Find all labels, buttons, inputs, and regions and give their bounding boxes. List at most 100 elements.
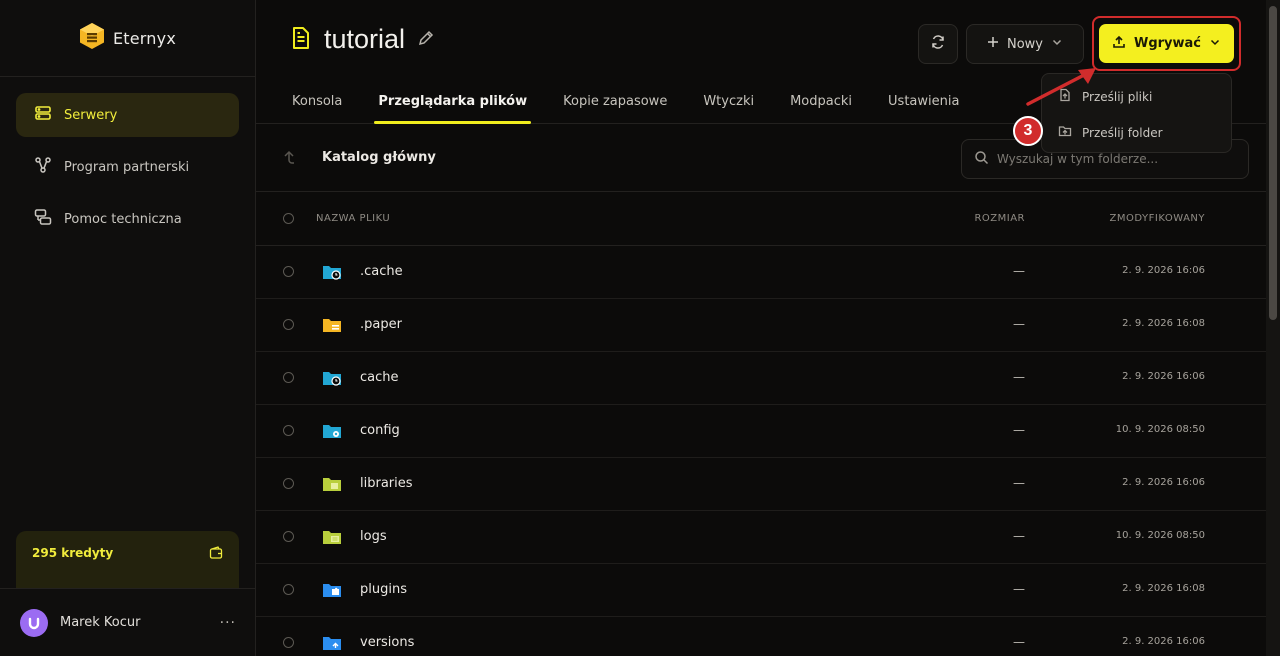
tab-przegladarka-plikow[interactable]: Przeglądarka plików xyxy=(374,82,531,124)
more-options-icon[interactable]: ··· xyxy=(220,615,236,631)
file-name[interactable]: versions xyxy=(360,635,414,650)
file-size: — xyxy=(1013,529,1025,543)
plus-icon xyxy=(987,36,999,52)
folder-upload-icon xyxy=(322,634,342,656)
tab-ustawienia[interactable]: Ustawienia xyxy=(888,82,959,124)
refresh-icon xyxy=(930,34,946,54)
tab-modpacki[interactable]: Modpacki xyxy=(790,82,852,124)
sidebar-item-program-partnerski[interactable]: Program partnerski xyxy=(16,145,239,189)
file-size: — xyxy=(1013,476,1025,490)
file-size: — xyxy=(1013,317,1025,331)
row-select-radio[interactable] xyxy=(283,372,294,383)
file-size: — xyxy=(1013,264,1025,278)
select-all-radio[interactable] xyxy=(283,213,294,224)
table-row[interactable]: .cache — 2. 9. 2026 16:06 xyxy=(256,246,1266,299)
refresh-button[interactable] xyxy=(918,24,958,64)
annotation-arrow xyxy=(1026,68,1096,106)
menu-item-upload-folder[interactable]: Prześlij folder xyxy=(1058,124,1163,141)
file-modified: 10. 9. 2026 08:50 xyxy=(1115,530,1205,541)
folder-clock-icon xyxy=(322,369,342,391)
brand-name: Eternyx xyxy=(112,28,176,48)
sidebar: Eternyx Serwery Program partnerski Pomoc… xyxy=(0,0,256,656)
sidebar-item-label: Serwery xyxy=(64,107,118,123)
file-name[interactable]: .cache xyxy=(360,264,403,279)
file-modified: 2. 9. 2026 16:06 xyxy=(1122,265,1205,276)
folder-puzzle-icon xyxy=(322,581,342,603)
search-input[interactable] xyxy=(997,152,1236,166)
server-icon xyxy=(34,104,52,126)
wallet-icon xyxy=(209,546,223,574)
file-modified: 2. 9. 2026 16:08 xyxy=(1122,583,1205,594)
share-nodes-icon xyxy=(34,156,52,178)
edit-pencil-icon[interactable] xyxy=(417,29,435,51)
search-icon xyxy=(974,150,989,169)
file-size: — xyxy=(1013,582,1025,596)
row-select-radio[interactable] xyxy=(283,319,294,330)
tab-konsola[interactable]: Konsola xyxy=(292,82,342,124)
sidebar-item-label: Program partnerski xyxy=(64,159,190,175)
sidebar-item-serwery[interactable]: Serwery xyxy=(16,93,239,137)
column-size[interactable]: ROZMIAR xyxy=(956,213,1025,224)
table-row[interactable]: plugins — 2. 9. 2026 16:08 xyxy=(256,564,1266,617)
row-select-radio[interactable] xyxy=(283,266,294,277)
scrollbar[interactable] xyxy=(1266,0,1280,656)
table-row[interactable]: versions — 2. 9. 2026 16:06 xyxy=(256,617,1266,656)
file-name[interactable]: logs xyxy=(360,529,387,544)
page-header: tutorial xyxy=(290,24,435,55)
chat-bubbles-icon xyxy=(34,208,52,230)
chevron-down-icon xyxy=(1051,36,1063,52)
folder-library-icon xyxy=(322,475,342,497)
upload-folder-icon xyxy=(1058,124,1072,141)
table-header: NAZWA PLIKU ROZMIAR ZMODYFIKOWANY xyxy=(256,193,1266,246)
tab-wtyczki[interactable]: Wtyczki xyxy=(703,82,754,124)
row-select-radio[interactable] xyxy=(283,425,294,436)
new-button-label: Nowy xyxy=(1006,36,1043,52)
table-row[interactable]: logs — 10. 9. 2026 08:50 xyxy=(256,511,1266,564)
chevron-down-icon xyxy=(1209,36,1221,52)
row-select-radio[interactable] xyxy=(283,584,294,595)
folder-clock-icon xyxy=(322,263,342,285)
annotation-step-badge: 3 xyxy=(1013,116,1043,146)
column-name[interactable]: NAZWA PLIKU xyxy=(316,213,390,224)
page-title: tutorial xyxy=(324,24,406,54)
row-select-radio[interactable] xyxy=(283,531,294,542)
table-row[interactable]: .paper — 2. 9. 2026 16:08 xyxy=(256,299,1266,352)
new-button[interactable]: Nowy xyxy=(966,24,1084,64)
table-row[interactable]: config — 10. 9. 2026 08:50 xyxy=(256,405,1266,458)
credits-panel[interactable]: 295 kredyty xyxy=(16,531,239,589)
row-select-radio[interactable] xyxy=(283,478,294,489)
file-modified: 2. 9. 2026 16:06 xyxy=(1122,371,1205,382)
upload-highlight: Wgrywać xyxy=(1092,16,1241,71)
column-modified[interactable]: ZMODYFIKOWANY xyxy=(1076,213,1205,224)
upload-icon xyxy=(1112,35,1126,53)
arrow-up-icon[interactable] xyxy=(282,150,296,170)
file-modified: 2. 9. 2026 16:06 xyxy=(1122,636,1205,647)
document-icon xyxy=(290,26,312,54)
scrollbar-thumb[interactable] xyxy=(1269,6,1277,320)
credits-label: 295 kredyty xyxy=(32,546,114,560)
table-row[interactable]: cache — 2. 9. 2026 16:06 xyxy=(256,352,1266,405)
eternyx-logo-icon xyxy=(79,22,105,54)
file-modified: 2. 9. 2026 16:08 xyxy=(1122,318,1205,329)
upload-button[interactable]: Wgrywać xyxy=(1099,24,1234,63)
file-name[interactable]: libraries xyxy=(360,476,413,491)
folder-log-icon xyxy=(322,528,342,550)
sidebar-item-pomoc-techniczna[interactable]: Pomoc techniczna xyxy=(16,197,239,241)
file-size: — xyxy=(1013,423,1025,437)
menu-item-label: Prześlij folder xyxy=(1082,125,1163,140)
breadcrumb: Katalog główny xyxy=(322,150,436,165)
avatar xyxy=(20,608,48,637)
upload-button-label: Wgrywać xyxy=(1133,36,1202,51)
file-name[interactable]: .paper xyxy=(360,317,402,332)
folder-paper-icon xyxy=(322,316,342,338)
file-name[interactable]: config xyxy=(360,423,400,438)
file-name[interactable]: plugins xyxy=(360,582,407,597)
user-name: Marek Kocur xyxy=(60,615,141,630)
table-row[interactable]: libraries — 2. 9. 2026 16:06 xyxy=(256,458,1266,511)
brand[interactable]: Eternyx xyxy=(0,0,255,77)
tab-kopie-zapasowe[interactable]: Kopie zapasowe xyxy=(563,82,667,124)
row-select-radio[interactable] xyxy=(283,637,294,648)
file-name[interactable]: cache xyxy=(360,370,399,385)
file-size: — xyxy=(1013,370,1025,384)
user-profile[interactable]: Marek Kocur ··· xyxy=(0,588,256,656)
